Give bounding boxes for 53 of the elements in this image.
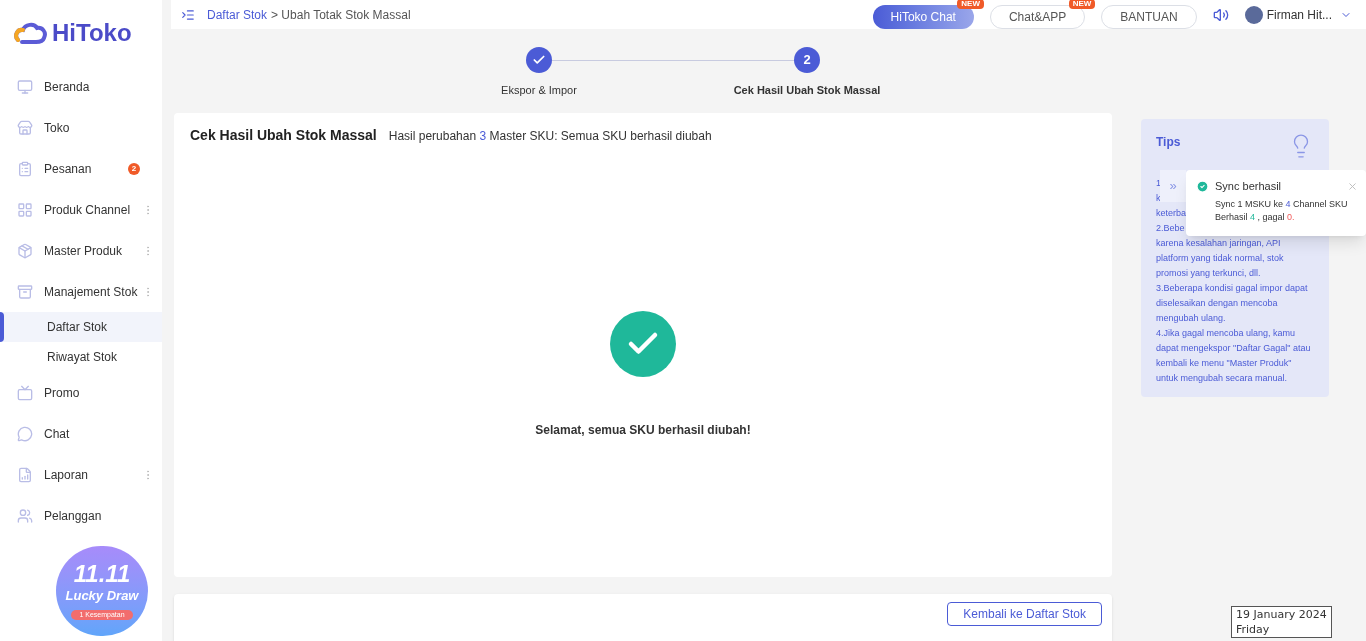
tips-text: dapat mengekspor "Daftar Gagal" atau	[1156, 342, 1311, 355]
submenu-item[interactable]: Riwayat Stok	[0, 342, 162, 372]
new-badge: NEW	[957, 0, 984, 9]
sidebar-item[interactable]: Master Produk	[0, 230, 162, 271]
avatar-icon	[1244, 5, 1263, 24]
tips-text: 3.Beberapa kondisi gagal impor dapat	[1156, 282, 1308, 295]
close-icon[interactable]	[1347, 180, 1358, 192]
new-badge: NEW	[1068, 0, 1096, 9]
tips-text: karena kesalahan jaringan, API	[1156, 237, 1281, 250]
speaker-icon[interactable]	[1212, 6, 1229, 23]
breadcrumb-link[interactable]: Daftar Stok	[207, 5, 268, 24]
sidebar-item[interactable]: Produk Channel	[0, 189, 162, 230]
sidebar-item[interactable]: Toko	[0, 107, 162, 148]
tips-text: untuk mengubah secara manual.	[1156, 372, 1288, 385]
tips-text: k	[1156, 192, 1161, 205]
tips-text: platform yang tidak normal, stok	[1156, 252, 1284, 265]
cloud-logo-icon	[14, 22, 48, 44]
date-tooltip: 19 January 2024 Friday	[1231, 606, 1332, 638]
tips-text: keterba	[1156, 207, 1187, 220]
count-badge: 2	[128, 162, 140, 175]
tips-title: Tips	[1156, 134, 1181, 151]
sidebar-item[interactable]: Pelanggan	[0, 495, 162, 536]
user-name[interactable]: Firman Hit...	[1266, 5, 1332, 24]
back-button[interactable]: Kembali ke Daftar Stok	[947, 602, 1102, 626]
submenu-item[interactable]: Daftar Stok	[0, 312, 162, 342]
success-icon	[1196, 179, 1209, 193]
toast-title: Sync berhasil	[1215, 179, 1282, 194]
toast-message: Sync 1 MSKU ke 4 Channel SKU	[1215, 197, 1349, 211]
tips-text: mengubah ulang.	[1156, 312, 1226, 325]
success-message: Selamat, semua SKU berhasil diubah!	[535, 422, 751, 439]
tips-text: 1	[1156, 177, 1161, 190]
sidebar-item[interactable]: Pesanan 2	[0, 148, 162, 189]
step-label: Cek Hasil Ubah Stok Massal	[733, 83, 881, 98]
tips-text: diselesaikan dengan mencoba	[1156, 297, 1278, 310]
toast-result: Berhasil 4 , gagal 0.	[1215, 210, 1296, 224]
result-summary: Hasil perubahan 3 Master SKU: Semua SKU berhasil diubah	[388, 127, 712, 145]
result-title: Cek Hasil Ubah Stok Massal	[190, 126, 377, 145]
sidebar-item[interactable]: Chat	[0, 413, 162, 454]
sidebar-item[interactable]: Promo	[0, 372, 162, 413]
tips-text: 4.Jika gagal mencoba ulang, kamu	[1156, 327, 1296, 340]
check-icon	[532, 53, 546, 67]
sidebar-item[interactable]: Manajement Stok	[0, 271, 162, 312]
sidebar-item[interactable]: Beranda	[0, 66, 162, 107]
header-button[interactable]: BANTUAN	[1101, 5, 1197, 29]
header-button[interactable]: Chat&APP	[989, 5, 1086, 29]
header-button[interactable]: HiToko Chat	[872, 5, 974, 29]
logo-text: HiToko	[52, 18, 132, 48]
tips-text: 2.Bebe	[1156, 222, 1185, 235]
tips-text: promosi yang terkunci, dll.	[1156, 267, 1261, 280]
step-label: Ekspor & Impor	[501, 83, 577, 98]
sidebar-item[interactable]: Laporan	[0, 454, 162, 495]
breadcrumb-current: > Ubah Totak Stok Massal	[271, 6, 411, 24]
tips-text: kembali ke menu "Master Produk"	[1156, 357, 1292, 370]
